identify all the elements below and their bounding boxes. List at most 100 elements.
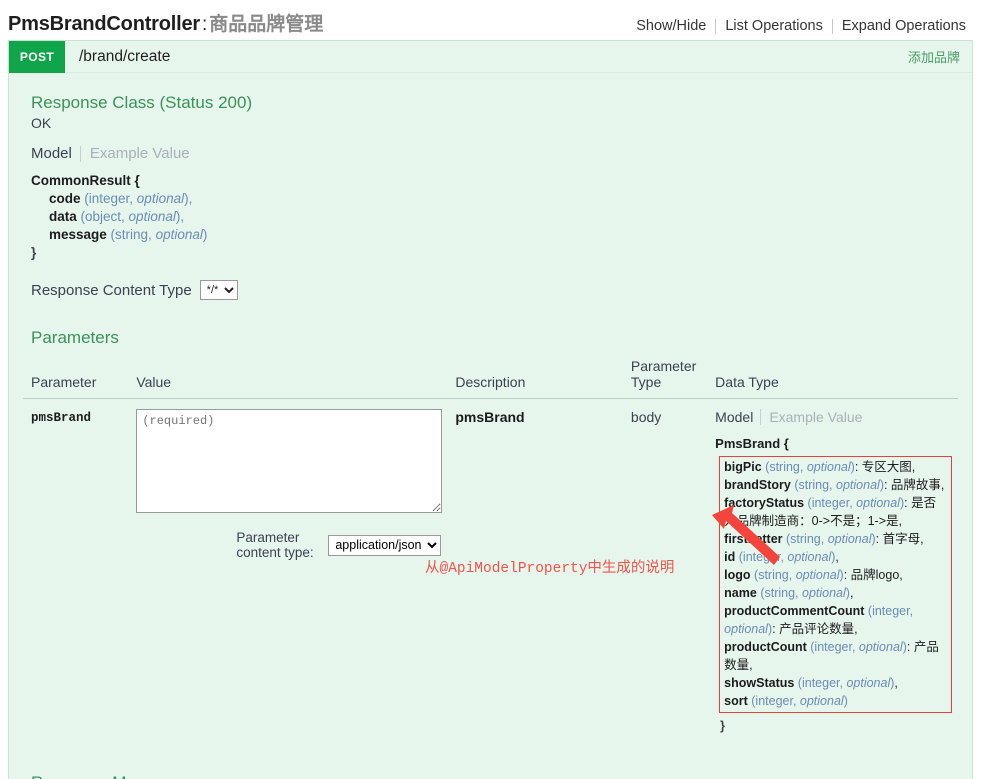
parameters-table: Parameter Value Description Parameter Ty…: [23, 354, 958, 741]
parameter-name: pmsBrand: [31, 411, 92, 425]
operation-bar[interactable]: POST /brand/create 添加品牌: [9, 40, 972, 73]
response-messages-title: Response Messages: [31, 773, 958, 779]
model-property-paren: ): [843, 694, 848, 708]
operation-path[interactable]: /brand/create: [65, 48, 170, 66]
tab-example-value[interactable]: Example Value: [81, 145, 198, 162]
model-property-name: productCount: [724, 640, 811, 654]
model-property-description: ,: [849, 586, 854, 600]
swagger-page: PmsBrandController : 商品品牌管理 Show/Hide Li…: [0, 0, 991, 779]
operation-body: Response Class (Status 200) OK Model Exa…: [9, 72, 972, 779]
model-property-type: (integer,: [738, 550, 788, 564]
model-property: productCommentCount (integer, optional):…: [724, 602, 948, 638]
title-separator: :: [202, 14, 208, 35]
column-data-type: Data Type: [707, 354, 958, 399]
schema-property-tail: ),: [184, 191, 193, 206]
http-method-badge[interactable]: POST: [9, 40, 65, 73]
data-type-model-name: PmsBrand {: [715, 436, 789, 451]
column-description: Description: [447, 354, 623, 399]
schema-property-tail: ): [202, 227, 208, 242]
operation-summary[interactable]: 添加品牌: [908, 47, 972, 66]
model-property-name: factoryStatus: [724, 496, 808, 510]
response-schema: CommonResult { code (integer, optional),…: [31, 172, 958, 262]
model-property-name: bigPic: [724, 460, 766, 474]
model-property: brandStory (string, optional): 品牌故事,: [724, 476, 948, 494]
model-property-description: : 品牌故事,: [883, 478, 945, 492]
schema-property-optional: optional: [136, 191, 185, 206]
data-type-close-brace: }: [720, 719, 726, 733]
model-property-optional: optional: [827, 532, 872, 546]
cell-data-type: Model Example Value PmsBrand { bigPic (s…: [707, 399, 958, 742]
model-property-description: : 专区大图,: [854, 460, 916, 474]
schema-open: CommonResult {: [31, 172, 958, 190]
model-property-name: firstLetter: [724, 532, 786, 546]
model-property-optional: optional: [787, 550, 832, 564]
model-property-optional: optional: [795, 568, 840, 582]
response-class-title: Response Class (Status 200): [31, 93, 253, 112]
model-property-optional: optional: [836, 478, 880, 492]
schema-property-name: message: [49, 227, 111, 242]
model-property-type: (integer,: [810, 640, 859, 654]
parameters-title: Parameters: [31, 328, 119, 347]
expand-operations-link[interactable]: Expand Operations: [833, 18, 975, 34]
model-property-description: ,: [835, 550, 839, 564]
response-content-type-row: Response Content Type */*: [31, 280, 958, 300]
parameter-content-type-label: Parameter content type:: [236, 530, 314, 560]
data-type-schema: PmsBrand { bigPic (string, optional): 专区…: [715, 435, 952, 735]
parameter-description: pmsBrand: [455, 409, 525, 425]
list-operations-link[interactable]: List Operations: [716, 18, 832, 34]
schema-properties: code (integer, optional), data (object, o…: [31, 190, 958, 244]
model-property: firstLetter (string, optional): 首字母,: [724, 530, 948, 548]
schema-property-optional: optional: [155, 227, 203, 242]
schema-property: data (object, optional),: [31, 208, 958, 226]
annotation-label: 从@ApiModelProperty中生成的说明: [425, 561, 675, 577]
model-property-type: (string,: [760, 586, 802, 600]
model-property-type: (string,: [794, 478, 837, 492]
response-class-status-text: OK: [31, 115, 52, 131]
model-property-optional: optional: [806, 460, 851, 474]
response-content-type-select[interactable]: */*: [199, 280, 238, 300]
tab-model[interactable]: Model: [31, 145, 80, 162]
model-property-name: showStatus: [724, 676, 798, 690]
parameter-value-input[interactable]: [136, 409, 443, 513]
model-property: logo (string, optional): 品牌logo,: [724, 566, 948, 584]
parameter-content-type-row: Parameter content type: application/json: [136, 530, 442, 560]
model-property-optional: optional: [858, 640, 903, 654]
schema-property-type: (string,: [110, 227, 156, 242]
model-property-optional: optional: [724, 622, 768, 636]
model-property-type: (integer,: [751, 694, 800, 708]
schema-property-name: data: [49, 209, 81, 224]
model-property: name (string, optional),: [724, 584, 948, 602]
model-property-description: : 品牌logo,: [843, 568, 903, 582]
model-property-type: (integer,: [807, 496, 857, 510]
parameter-content-type-select[interactable]: application/json: [328, 534, 442, 556]
cell-parameter-name: pmsBrand: [23, 399, 128, 742]
model-property-type: (string,: [786, 532, 828, 546]
table-header-row: Parameter Value Description Parameter Ty…: [23, 354, 958, 399]
model-property-name: productCommentCount: [724, 604, 868, 618]
parameter-type: body: [630, 409, 662, 425]
cell-parameter-value: Parameter content type: application/json: [128, 399, 447, 742]
data-type-model-tabs: Model Example Value: [715, 409, 952, 425]
schema-model-name: CommonResult {: [31, 173, 140, 188]
model-property: showStatus (integer, optional),: [724, 674, 948, 692]
data-type-tab-example-value[interactable]: Example Value: [761, 409, 869, 425]
api-header: PmsBrandController : 商品品牌管理 Show/Hide Li…: [0, 0, 991, 40]
schema-property: message (string, optional): [31, 226, 958, 244]
column-parameter: Parameter: [23, 354, 129, 399]
model-properties-box: bigPic (string, optional): 专区大图, brandSto…: [719, 456, 952, 713]
model-property-optional: optional: [799, 694, 844, 708]
schema-property-tail: ),: [175, 209, 185, 224]
model-property: factoryStatus (integer, optional): 是否为品牌…: [724, 494, 948, 530]
model-property: bigPic (string, optional): 专区大图,: [724, 458, 948, 476]
model-property-name: name: [724, 586, 761, 600]
model-property-name: logo: [724, 568, 755, 582]
model-property-description: : 首字母,: [875, 532, 924, 546]
model-property-type: (integer,: [797, 676, 847, 690]
model-property-type: (string,: [765, 460, 807, 474]
model-property-optional: optional: [846, 676, 891, 690]
operation-block: POST /brand/create 添加品牌 Response Class (…: [8, 40, 973, 779]
show-hide-link[interactable]: Show/Hide: [627, 18, 715, 34]
schema-close: }: [31, 245, 37, 260]
model-property-description: : 产品评论数量,: [772, 622, 858, 636]
data-type-tab-model[interactable]: Model: [715, 409, 760, 425]
